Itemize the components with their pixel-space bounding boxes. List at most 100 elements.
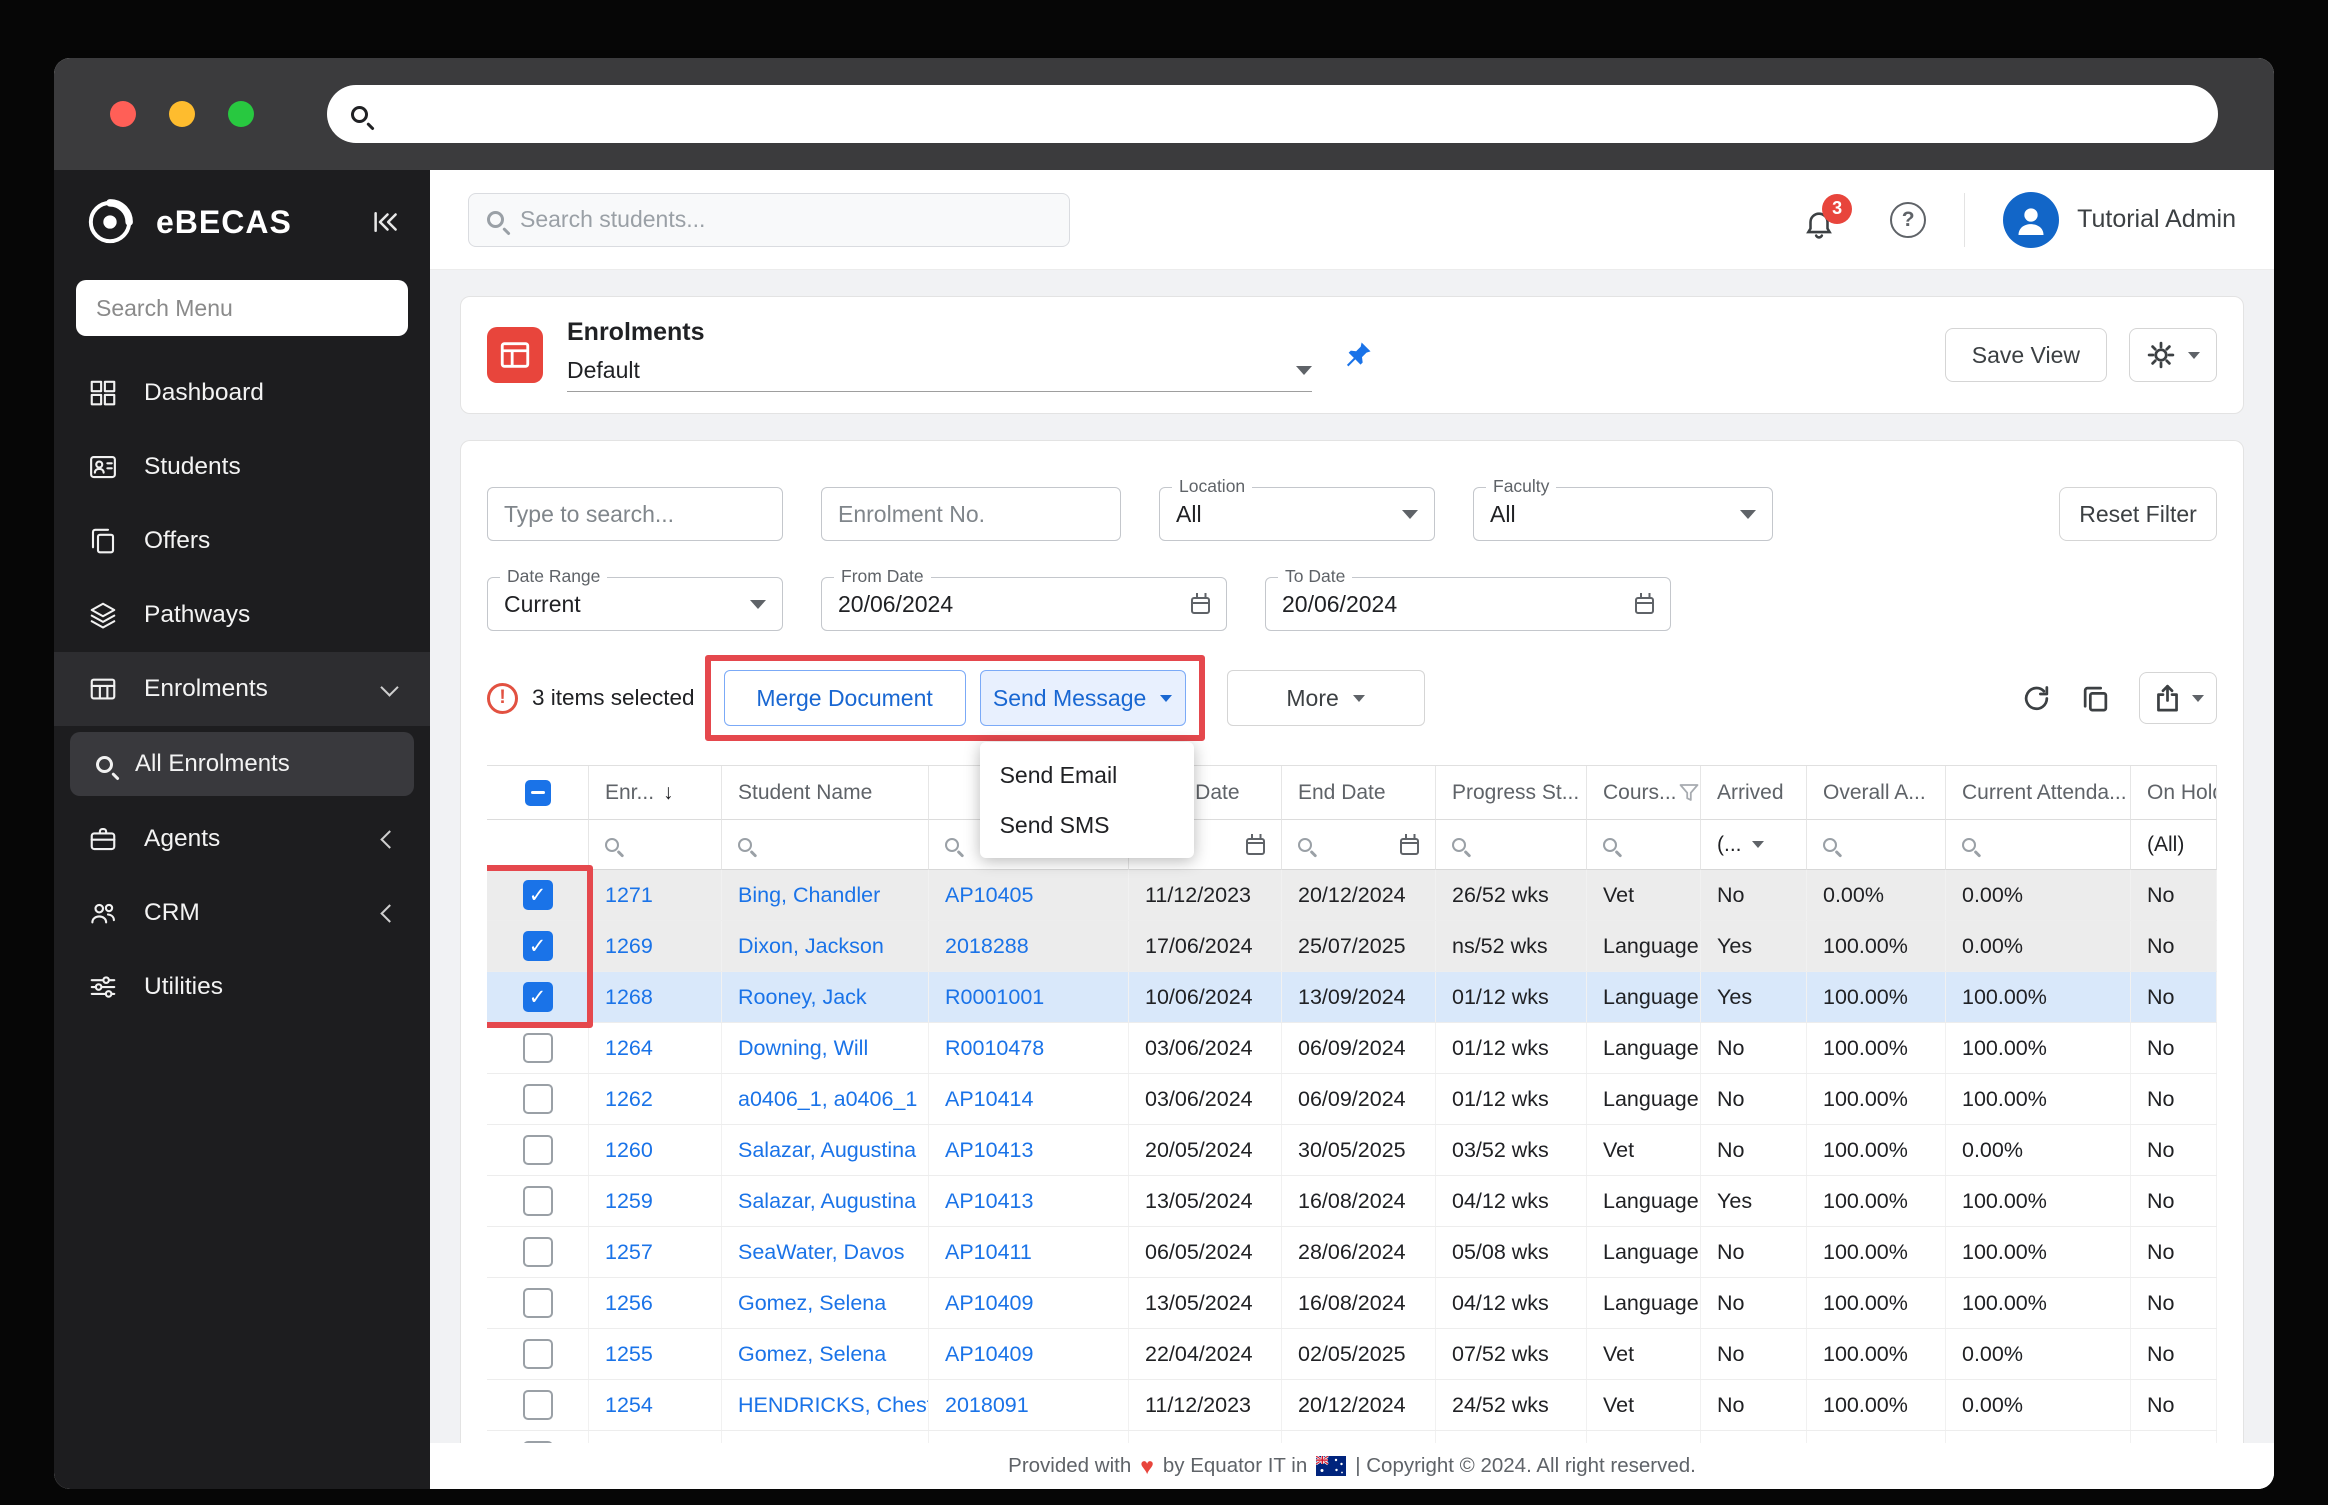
row-checkbox[interactable] [523,1288,553,1318]
enrolment-id-link[interactable]: 1259 [589,1176,722,1226]
reference-link[interactable]: AP10414 [929,1074,1129,1124]
menu-item-send-email[interactable]: Send Email [980,750,1194,800]
student-name-link[interactable]: Salazar, Augustina [722,1176,929,1226]
enrolment-id-link[interactable]: 1251 [589,1431,722,1443]
student-name-link[interactable]: a0406_1, a0406_1 [722,1074,929,1124]
table-row[interactable]: 1255Gomez, SelenaAP1040922/04/202402/05/… [487,1329,2217,1380]
row-checkbox[interactable] [523,1339,553,1369]
select-all-checkbox[interactable] [525,780,551,806]
sidebar-item-offers[interactable]: Offers [54,504,430,578]
enrolment-id-link[interactable]: 1269 [589,921,722,971]
location-select[interactable]: Location All [1159,487,1435,541]
reference-link[interactable]: AP10411 [929,1227,1129,1277]
student-search-box[interactable] [468,193,1070,247]
enrolment-id-link[interactable]: 1255 [589,1329,722,1379]
filter-cell-arrived[interactable]: (... [1701,820,1807,870]
student-name-link[interactable]: Salazar, Augustina [722,1125,929,1175]
table-row[interactable]: 1254HENDRICKS, Chester201809111/12/20232… [487,1380,2217,1431]
select-all-cell[interactable] [487,766,589,820]
student-name-link[interactable]: Dixon, Jackson [722,921,929,971]
student-name-link[interactable]: Gomez, Selena [722,1329,929,1379]
sidebar-item-pathways[interactable]: Pathways [54,578,430,652]
help-button[interactable]: ? [1890,202,1926,238]
sort-descending-icon[interactable]: ↓ [663,781,674,805]
student-name-link[interactable]: Downing, Will [722,1023,929,1073]
more-button[interactable]: More [1227,670,1425,726]
sidebar-item-students[interactable]: Students [54,430,430,504]
filter-cell-enrolment[interactable] [589,820,722,870]
to-date-field[interactable]: To Date 20/06/2024 [1265,577,1671,631]
student-name-link[interactable]: Rooney, Jack [722,972,929,1022]
close-window-button[interactable] [110,101,136,127]
table-row[interactable]: 1264Downing, WillR001047803/06/202406/09… [487,1023,2217,1074]
row-checkbox[interactable] [523,1084,553,1114]
send-message-button[interactable]: Send Message [980,670,1186,726]
row-checkbox[interactable] [523,1237,553,1267]
enrolment-id-link[interactable]: 1262 [589,1074,722,1124]
row-checkbox[interactable] [523,1186,553,1216]
save-view-button[interactable]: Save View [1945,328,2107,382]
calendar-icon[interactable] [1400,838,1419,855]
reference-link[interactable]: R0001001 [929,972,1129,1022]
filter-cell-on-hold[interactable]: (All) [2131,820,2217,870]
from-date-field[interactable]: From Date 20/06/2024 [821,577,1227,631]
column-header-progress[interactable]: Progress St... [1436,766,1587,820]
browser-address-bar[interactable] [327,85,2218,143]
pin-view-icon[interactable] [1342,339,1374,371]
student-name-link[interactable]: SeaWater, Davos [722,1227,929,1277]
export-button[interactable] [2139,672,2217,724]
row-checkbox[interactable] [523,1135,553,1165]
enrolment-id-link[interactable]: 1256 [589,1278,722,1328]
reference-link[interactable]: AP10413 [929,1176,1129,1226]
date-range-select[interactable]: Date Range Current [487,577,783,631]
reference-link[interactable]: 2018288 [929,921,1129,971]
table-row[interactable]: 1271Bing, ChandlerAP1040511/12/202320/12… [487,870,2217,921]
column-header-enrolment[interactable]: Enr...↓ [589,766,722,820]
student-name-link[interactable]: Bing, Chandler [722,870,929,920]
table-row[interactable]: 1269Dixon, Jackson201828817/06/202425/07… [487,921,2217,972]
column-header-course[interactable]: Cours... [1587,766,1701,820]
table-row[interactable]: 1256Gomez, SelenaAP1040913/05/202416/08/… [487,1278,2217,1329]
student-name-link[interactable]: Gomez, Selena [722,1278,929,1328]
minimize-window-button[interactable] [169,101,195,127]
sidebar-item-enrolments[interactable]: Enrolments [54,652,430,726]
row-checkbox[interactable] [523,931,553,961]
row-checkbox[interactable] [523,880,553,910]
calendar-icon[interactable] [1191,597,1210,614]
reference-link[interactable]: AP10405 [929,1431,1129,1443]
fullscreen-window-button[interactable] [228,101,254,127]
column-header-overall[interactable]: Overall A... [1807,766,1946,820]
table-row[interactable]: 1251Bing, ChandlerAP1040522/04/202426/07… [487,1431,2217,1443]
row-checkbox[interactable] [523,1033,553,1063]
sidebar-collapse-icon[interactable] [370,207,400,237]
reference-link[interactable]: 2018091 [929,1380,1129,1430]
enrolment-id-link[interactable]: 1260 [589,1125,722,1175]
enrolment-id-link[interactable]: 1271 [589,870,722,920]
enrolment-id-link[interactable]: 1257 [589,1227,722,1277]
sidebar-item-dashboard[interactable]: Dashboard [54,356,430,430]
row-checkbox[interactable] [523,1390,553,1420]
row-checkbox[interactable] [523,1441,553,1443]
view-settings-button[interactable] [2129,328,2217,382]
calendar-icon[interactable] [1246,838,1265,855]
sidebar-item-crm[interactable]: CRM [54,876,430,950]
reference-link[interactable]: AP10413 [929,1125,1129,1175]
table-row[interactable]: 1257SeaWater, DavosAP1041106/05/202428/0… [487,1227,2217,1278]
reference-link[interactable]: R0010478 [929,1023,1129,1073]
column-header-arrived[interactable]: Arrived [1701,766,1807,820]
quick-search-input[interactable] [504,501,766,528]
table-row[interactable]: 1268Rooney, JackR000100110/06/202413/09/… [487,972,2217,1023]
filter-cell-end-date[interactable] [1282,820,1436,870]
quick-search-field[interactable] [487,487,783,541]
enrolment-id-link[interactable]: 1264 [589,1023,722,1073]
filter-cell-current-attendance[interactable] [1946,820,2131,870]
row-checkbox[interactable] [523,982,553,1012]
enrolment-id-link[interactable]: 1254 [589,1380,722,1430]
reference-link[interactable]: AP10409 [929,1278,1129,1328]
filter-cell-progress[interactable] [1436,820,1587,870]
filter-cell-student-name[interactable] [722,820,929,870]
refresh-button[interactable] [2021,683,2052,714]
merge-document-button[interactable]: Merge Document [724,670,966,726]
reset-filter-button[interactable]: Reset Filter [2059,487,2217,541]
student-name-link[interactable]: HENDRICKS, Chester [722,1380,929,1430]
